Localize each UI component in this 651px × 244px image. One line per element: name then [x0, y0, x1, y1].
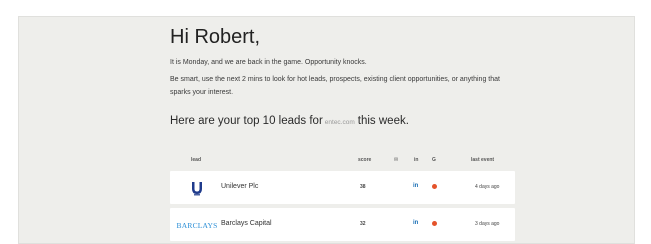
column-header-google: G [432, 157, 436, 163]
column-header-last-event: last event [471, 157, 495, 163]
barclays-eagle-icon: BARCLAYS [177, 217, 218, 233]
email-content: Hi Robert, It is Monday, and we are back… [170, 25, 520, 131]
lead-score: 38 [360, 184, 366, 190]
unilever-u-icon [180, 180, 214, 196]
column-header-linkedin: in [414, 157, 419, 163]
table-row[interactable]: BARCLAYS Barclays Capital 32 in 3 days a… [170, 208, 515, 241]
intro-text: It is Monday, and we are back in the gam… [170, 59, 367, 66]
advice-text: Be smart, use the next 2 mins to look fo… [170, 76, 500, 96]
lead-name[interactable]: Unilever Plc [221, 183, 258, 190]
leads-domain-link[interactable]: entec.com [325, 119, 355, 126]
column-header-mail-icon: ✉ [394, 157, 399, 163]
leads-table: lead score ✉ in G last event Unilever Pl… [170, 155, 515, 241]
leads-heading: Here are your top 10 leads for entec.com t… [170, 113, 520, 131]
linkedin-icon[interactable]: in [413, 220, 418, 226]
column-header-lead: lead [191, 157, 202, 163]
leads-heading-suffix: this week. [357, 115, 409, 127]
lead-name[interactable]: Barclays Capital [221, 220, 272, 227]
last-event: 3 days ago [475, 221, 500, 227]
google-status-icon[interactable] [432, 221, 437, 226]
column-header-score: score [358, 157, 372, 163]
email-panel: Hi Robert, It is Monday, and we are back… [18, 16, 635, 244]
linkedin-icon[interactable]: in [413, 183, 418, 189]
greeting-heading: Hi Robert, [170, 26, 261, 48]
last-event: 4 days ago [475, 184, 500, 190]
table-header: lead score ✉ in G last event [170, 155, 515, 167]
google-status-icon[interactable] [432, 184, 437, 189]
lead-score: 32 [360, 221, 366, 227]
barclays-logo-text: BARCLAYS [176, 220, 218, 230]
leads-heading-prefix: Here are your top 10 leads for [170, 115, 323, 127]
table-row[interactable]: Unilever Plc 38 in 4 days ago [170, 171, 515, 204]
